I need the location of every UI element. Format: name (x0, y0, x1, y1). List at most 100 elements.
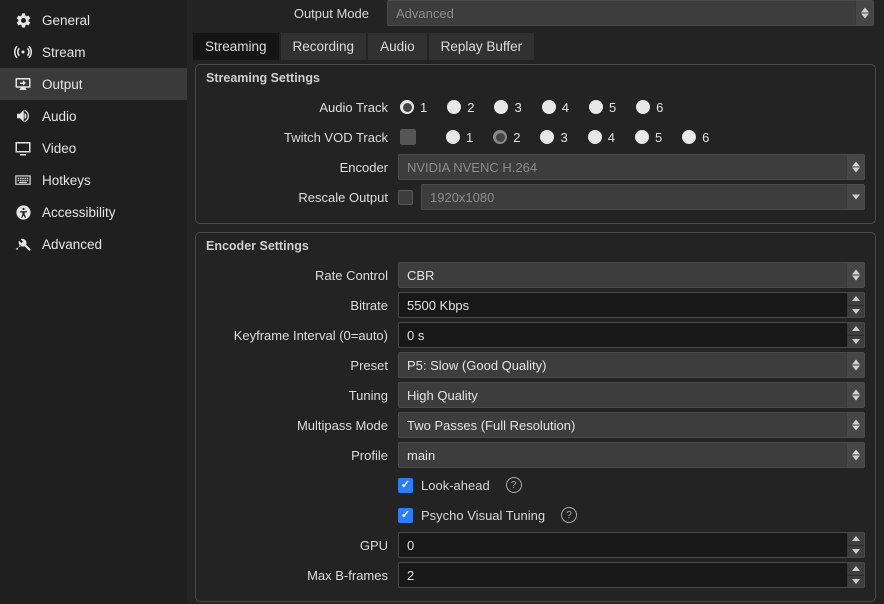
sidebar-item-hotkeys[interactable]: Hotkeys (0, 164, 187, 196)
encoder-select[interactable]: NVIDIA NVENC H.264 (398, 154, 865, 180)
spin-down-button[interactable] (847, 546, 864, 558)
updown-icon (846, 413, 864, 437)
spin-up-button[interactable] (847, 323, 864, 336)
sidebar-item-general[interactable]: General (0, 4, 187, 36)
rescale-label: Rescale Output (206, 190, 398, 205)
monitor-arrow-icon (14, 75, 32, 93)
keyframe-input[interactable]: 0 s (398, 322, 865, 348)
audio-track-5[interactable]: 5 (589, 100, 616, 115)
preset-value: P5: Slow (Good Quality) (407, 358, 546, 373)
broadcast-icon (14, 43, 32, 61)
gpu-input[interactable]: 0 (398, 532, 865, 558)
vod-track-5[interactable]: 5 (635, 130, 662, 145)
keyframe-label: Keyframe Interval (0=auto) (206, 328, 398, 343)
radio-icon (636, 100, 650, 114)
tab-streaming[interactable]: Streaming (193, 33, 279, 60)
spin-up-button[interactable] (847, 563, 864, 576)
rescale-checkbox[interactable] (398, 190, 413, 205)
sidebar-item-label: Audio (42, 109, 77, 124)
bitrate-input[interactable]: 5500 Kbps (398, 292, 865, 318)
tuning-select[interactable]: High Quality (398, 382, 865, 408)
profile-value: main (407, 448, 435, 463)
radio-icon (540, 130, 554, 144)
tab-audio[interactable]: Audio (368, 33, 427, 60)
output-mode-row: Output Mode Advanced (187, 0, 884, 27)
sidebar-item-label: General (42, 13, 90, 28)
encoder-label: Encoder (206, 160, 398, 175)
radio-icon (400, 100, 414, 114)
bitrate-label: Bitrate (206, 298, 398, 313)
encoder-settings-title: Encoder Settings (196, 233, 875, 257)
tab-recording[interactable]: Recording (281, 33, 367, 60)
radio-icon (542, 100, 556, 114)
sidebar-item-video[interactable]: Video (0, 132, 187, 164)
multipass-select[interactable]: Two Passes (Full Resolution) (398, 412, 865, 438)
help-icon[interactable]: ? (506, 477, 522, 493)
vod-track-2[interactable]: 2 (493, 130, 520, 145)
profile-label: Profile (206, 448, 398, 463)
sidebar-item-audio[interactable]: Audio (0, 100, 187, 132)
audio-track-1[interactable]: 1 (400, 100, 427, 115)
audio-track-3[interactable]: 3 (494, 100, 521, 115)
vod-track-1[interactable]: 1 (446, 130, 473, 145)
multipass-label: Multipass Mode (206, 418, 398, 433)
vod-track-6[interactable]: 6 (682, 130, 709, 145)
streaming-settings-title: Streaming Settings (196, 65, 875, 89)
sidebar-item-output[interactable]: Output (0, 68, 187, 100)
sidebar-item-advanced[interactable]: Advanced (0, 228, 187, 260)
audio-track-group: 1 2 3 4 5 6 (398, 100, 865, 115)
audio-track-6[interactable]: 6 (636, 100, 663, 115)
gear-icon (14, 11, 32, 29)
sidebar-item-label: Accessibility (42, 205, 116, 220)
settings-sidebar: General Stream Output Audio Video Hotkey… (0, 0, 187, 604)
rescale-select[interactable]: 1920x1080 (421, 184, 865, 210)
vod-track-3[interactable]: 3 (540, 130, 567, 145)
updown-icon (846, 155, 864, 179)
keyframe-value: 0 s (407, 328, 424, 343)
sidebar-item-label: Advanced (42, 237, 102, 252)
psycho-label: Psycho Visual Tuning (421, 508, 545, 523)
bframes-value: 2 (407, 568, 414, 583)
sidebar-item-accessibility[interactable]: Accessibility (0, 196, 187, 228)
help-icon[interactable]: ? (561, 507, 577, 523)
encoder-value: NVIDIA NVENC H.264 (407, 160, 537, 175)
updown-icon (846, 353, 864, 377)
gpu-label: GPU (206, 538, 398, 553)
gpu-value: 0 (407, 538, 414, 553)
vod-track-group: 1 2 3 4 5 6 (398, 129, 865, 145)
encoder-settings-panel: Encoder Settings Rate Control CBR Bitrat… (195, 232, 876, 602)
audio-track-2[interactable]: 2 (447, 100, 474, 115)
spin-up-button[interactable] (847, 293, 864, 306)
profile-select[interactable]: main (398, 442, 865, 468)
vod-track-label: Twitch VOD Track (206, 130, 398, 145)
output-tabs: Streaming Recording Audio Replay Buffer (187, 27, 884, 64)
output-mode-select[interactable]: Advanced (387, 0, 874, 26)
keyboard-icon (14, 171, 32, 189)
vod-track-enable-checkbox[interactable] (400, 129, 416, 145)
spin-up-button[interactable] (847, 533, 864, 546)
rescale-value: 1920x1080 (430, 190, 494, 205)
lookahead-label: Look-ahead (421, 478, 490, 493)
sidebar-item-stream[interactable]: Stream (0, 36, 187, 68)
vod-track-4[interactable]: 4 (588, 130, 615, 145)
updown-icon (846, 383, 864, 407)
monitor-icon (14, 139, 32, 157)
spin-down-button[interactable] (847, 336, 864, 348)
preset-select[interactable]: P5: Slow (Good Quality) (398, 352, 865, 378)
preset-label: Preset (206, 358, 398, 373)
radio-icon (447, 100, 461, 114)
spin-down-button[interactable] (847, 306, 864, 318)
audio-track-4[interactable]: 4 (542, 100, 569, 115)
radio-icon (588, 130, 602, 144)
lookahead-checkbox[interactable] (398, 478, 413, 493)
tuning-value: High Quality (407, 388, 478, 403)
rate-control-select[interactable]: CBR (398, 262, 865, 288)
updown-icon (855, 1, 873, 25)
spin-down-button[interactable] (847, 576, 864, 588)
rate-control-label: Rate Control (206, 268, 398, 283)
sidebar-item-label: Stream (42, 45, 86, 60)
bframes-input[interactable]: 2 (398, 562, 865, 588)
output-mode-value: Advanced (396, 6, 454, 21)
tab-replay-buffer[interactable]: Replay Buffer (429, 33, 535, 60)
psycho-checkbox[interactable] (398, 508, 413, 523)
